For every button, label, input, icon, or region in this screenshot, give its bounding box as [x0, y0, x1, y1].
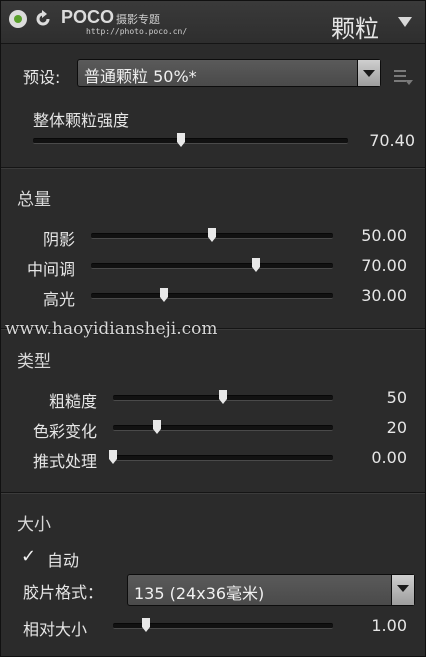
color-variation-slider[interactable]	[113, 420, 333, 434]
roughness-slider[interactable]	[113, 390, 333, 404]
reset-icon[interactable]	[34, 10, 52, 28]
section-title-size: 大小	[17, 515, 51, 535]
poco-logo: POCO 摄影专题	[61, 7, 160, 28]
auto-checkbox[interactable]: ✓	[21, 548, 37, 566]
slider-thumb[interactable]	[208, 228, 216, 242]
overall-strength-value[interactable]: 70.40	[341, 131, 415, 150]
relative-size-label: 相对大小	[23, 620, 88, 639]
panel-title: 颗粒	[331, 15, 379, 43]
preset-dropdown[interactable]: 普通颗粒 50%*	[77, 59, 381, 87]
midtones-label: 中间调	[26, 260, 75, 279]
film-format-label: 胶片格式：	[23, 583, 104, 602]
slider-thumb[interactable]	[142, 618, 150, 632]
slider-thumb[interactable]	[159, 288, 168, 302]
color-variation-value[interactable]: 20	[341, 418, 407, 437]
chevron-down-icon	[357, 60, 380, 86]
midtones-slider[interactable]	[91, 258, 333, 272]
divider	[1, 492, 425, 494]
relative-size-value[interactable]: 1.00	[341, 616, 407, 635]
midtones-value[interactable]: 70.00	[341, 256, 407, 275]
shadows-value[interactable]: 50.00	[341, 226, 407, 245]
watermark-text: www.haoyidiansheji.com	[5, 319, 218, 339]
roughness-label: 粗糙度	[48, 392, 97, 411]
push-processing-label: 推式处理	[32, 452, 97, 471]
logo-sub: 摄影专题	[116, 13, 161, 26]
divider	[1, 167, 425, 169]
logo-url: http://photo.poco.cn/	[86, 27, 188, 36]
section-title-type: 类型	[17, 352, 51, 372]
slider-thumb[interactable]	[109, 450, 117, 464]
enable-toggle-icon[interactable]	[9, 10, 27, 28]
logo-main: POCO	[61, 7, 115, 27]
list-menu-icon[interactable]	[393, 67, 415, 87]
shadows-slider[interactable]	[91, 228, 333, 242]
overall-strength-slider[interactable]	[33, 133, 348, 147]
highlights-value[interactable]: 30.00	[341, 286, 407, 305]
preset-value: 普通颗粒 50%*	[84, 67, 197, 86]
color-variation-label: 色彩变化	[32, 422, 97, 441]
push-processing-slider[interactable]	[109, 450, 333, 464]
preset-label: 预设:	[23, 68, 61, 87]
slider-thumb[interactable]	[251, 258, 260, 272]
collapse-triangle-icon[interactable]	[398, 17, 412, 27]
panel-header: POCO 摄影专题 http://photo.poco.cn/ 颗粒	[1, 1, 425, 44]
grain-panel: POCO 摄影专题 http://photo.poco.cn/ 颗粒 预设: 普通…	[0, 0, 426, 657]
film-format-value: 135 (24x36毫米)	[134, 584, 265, 603]
push-processing-value[interactable]: 0.00	[341, 448, 407, 467]
slider-thumb[interactable]	[153, 420, 161, 434]
chevron-down-icon	[391, 575, 414, 605]
highlights-slider[interactable]	[91, 288, 333, 302]
slider-thumb[interactable]	[219, 390, 227, 404]
relative-size-slider[interactable]	[113, 618, 333, 632]
auto-checkbox-label: 自动	[47, 551, 80, 570]
slider-thumb[interactable]	[177, 133, 186, 147]
highlights-label: 高光	[42, 290, 75, 309]
film-format-dropdown[interactable]: 135 (24x36毫米)	[127, 574, 415, 606]
shadows-label: 阴影	[42, 230, 75, 249]
section-title-amount: 总量	[17, 190, 51, 210]
roughness-value[interactable]: 50	[341, 388, 407, 407]
overall-strength-label: 整体颗粒强度	[33, 111, 130, 130]
